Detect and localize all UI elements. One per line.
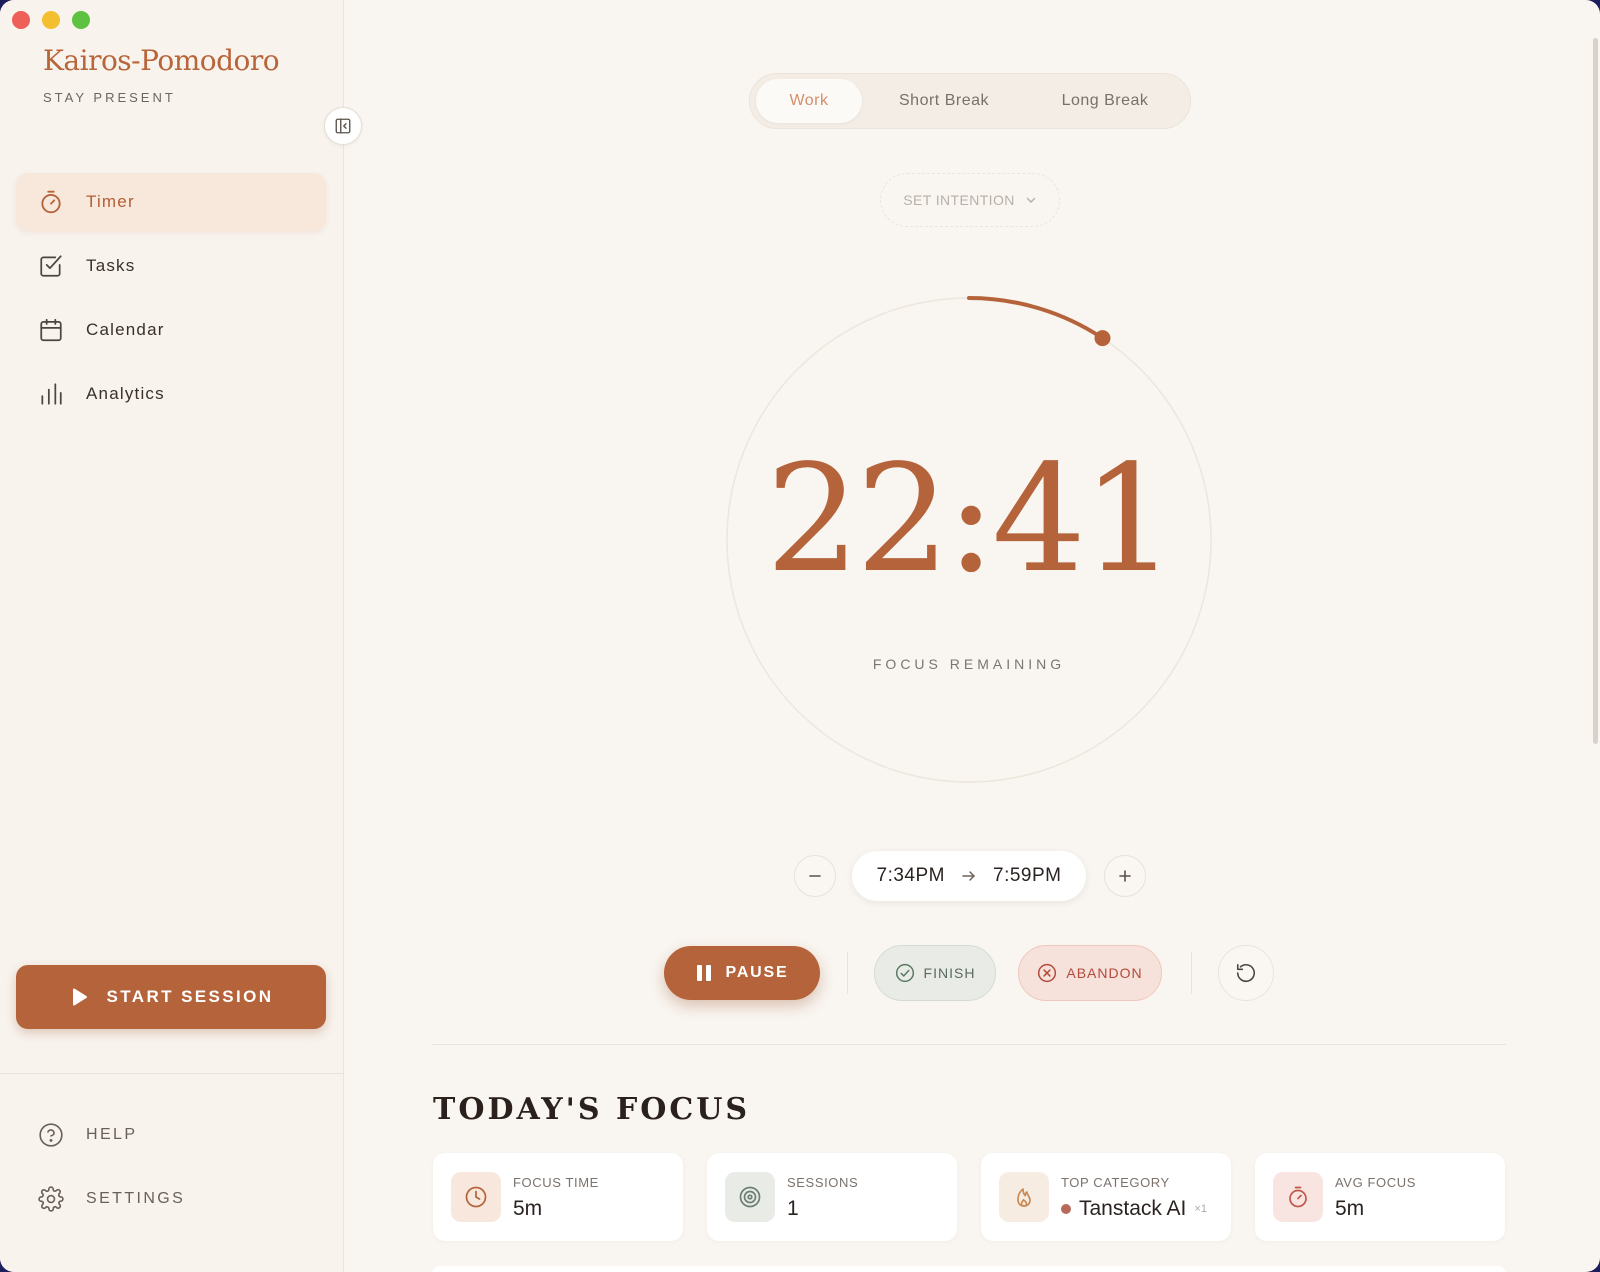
start-session-button[interactable]: START SESSION: [16, 965, 326, 1029]
settings-label: SETTINGS: [86, 1190, 186, 1207]
end-time: 7:59PM: [993, 865, 1062, 886]
bar-chart-icon: [41, 383, 62, 405]
pause-icon: [696, 965, 711, 981]
abandon-button[interactable]: ABANDON: [1018, 945, 1162, 1001]
stat-label: TOP CATEGORY: [1061, 1175, 1170, 1190]
timer-progress-arc: [967, 296, 1105, 341]
stat-card-focus-time: FOCUS TIME 5m: [433, 1153, 683, 1241]
pause-label: PAUSE: [725, 964, 789, 981]
category-count: ×1: [1194, 1203, 1207, 1215]
check-circle-icon: [895, 963, 914, 983]
time-remaining: 22:41: [765, 433, 1177, 605]
sidebar: Kairos-Pomodoro STAY PRESENT Timer Tasks…: [0, 0, 344, 1272]
finish-button[interactable]: FINISH: [874, 945, 996, 1001]
stat-label: FOCUS TIME: [513, 1175, 599, 1190]
stat-value: 5m: [513, 1197, 542, 1221]
sidebar-item-label: Analytics: [86, 384, 165, 403]
stat-value: Tanstack AI ×1: [1061, 1197, 1207, 1221]
stat-card-avg-focus: AVG FOCUS 5m: [1255, 1153, 1505, 1241]
target-icon: [725, 1172, 775, 1222]
stat-value: 5m: [1335, 1197, 1364, 1221]
timer-ring: [726, 296, 1212, 783]
section-divider: [432, 1044, 1506, 1045]
reset-button[interactable]: [1218, 945, 1274, 1001]
action-divider: [847, 952, 848, 994]
pause-button[interactable]: PAUSE: [664, 946, 820, 1000]
sidebar-collapse-icon: [335, 118, 351, 134]
stopwatch-icon: [1273, 1172, 1323, 1222]
gear-icon: [38, 1186, 64, 1212]
clock-icon: [451, 1172, 501, 1222]
help-icon: [39, 1123, 63, 1147]
app-title: Kairos-Pomodoro: [43, 44, 280, 77]
stat-value-text: 5m: [1335, 1197, 1365, 1220]
arrow-right-icon: [962, 871, 975, 881]
flame-icon: [999, 1172, 1049, 1222]
category-color-dot: [1061, 1204, 1071, 1214]
close-window-button[interactable]: [12, 11, 30, 29]
next-section-card: [432, 1266, 1506, 1272]
help-label: HELP: [86, 1126, 138, 1143]
sidebar-item-label: Calendar: [86, 320, 165, 339]
minimize-window-button[interactable]: [42, 11, 60, 29]
x-circle-icon: [1038, 963, 1057, 983]
finish-label: FINISH: [923, 965, 976, 981]
app-tagline: STAY PRESENT: [43, 90, 176, 105]
increase-time-button[interactable]: [1104, 855, 1146, 897]
app-window: Kairos-Pomodoro STAY PRESENT Timer Tasks…: [0, 0, 1600, 1272]
stat-card-top-category: TOP CATEGORY Tanstack AI ×1: [981, 1153, 1231, 1241]
sidebar-collapse-button[interactable]: [324, 107, 362, 145]
sidebar-item-analytics[interactable]: Analytics: [16, 365, 326, 423]
stopwatch-icon: [41, 190, 61, 214]
decrease-time-button[interactable]: [794, 855, 836, 897]
todays-focus-title: TODAY'S FOCUS: [433, 1092, 751, 1127]
stat-label: AVG FOCUS: [1335, 1175, 1417, 1190]
stat-value: 1: [787, 1197, 799, 1221]
settings-link[interactable]: SETTINGS: [38, 1186, 185, 1212]
abandon-label: ABANDON: [1066, 965, 1143, 981]
sidebar-item-calendar[interactable]: Calendar: [16, 301, 326, 359]
stat-label: SESSIONS: [787, 1175, 859, 1190]
window-controls: [12, 11, 90, 29]
play-icon: [72, 988, 87, 1006]
action-divider: [1191, 952, 1192, 994]
scrollbar[interactable]: [1593, 38, 1598, 744]
calendar-icon: [40, 318, 62, 342]
stat-card-sessions: SESSIONS 1: [707, 1153, 957, 1241]
sidebar-item-tasks[interactable]: Tasks: [16, 237, 326, 295]
minus-icon: [809, 875, 821, 877]
zoom-window-button[interactable]: [72, 11, 90, 29]
sidebar-item-label: Timer: [86, 192, 135, 211]
start-session-label: START SESSION: [106, 987, 274, 1006]
stat-value-text: 5m: [513, 1197, 543, 1220]
sidebar-item-label: Tasks: [86, 256, 136, 275]
timer-progress-handle[interactable]: [1094, 330, 1111, 347]
session-time-range: 7:34PM 7:59PM: [852, 851, 1086, 901]
stat-value-text: 1: [787, 1197, 799, 1220]
checkbox-icon: [40, 255, 62, 277]
stat-value-text: Tanstack AI: [1079, 1197, 1187, 1220]
sidebar-nav: Timer Tasks Calendar Analytics: [16, 173, 326, 429]
start-time: 7:34PM: [876, 865, 945, 886]
timer-view: Work Short Break Long Break SET INTENTIO…: [344, 0, 1600, 1272]
plus-icon: [1119, 870, 1131, 882]
sidebar-divider: [0, 1073, 344, 1074]
reset-icon: [1236, 963, 1256, 982]
help-link[interactable]: HELP: [38, 1122, 137, 1148]
sidebar-item-timer[interactable]: Timer: [16, 173, 326, 231]
focus-remaining-label: FOCUS REMAINING: [872, 656, 1066, 672]
